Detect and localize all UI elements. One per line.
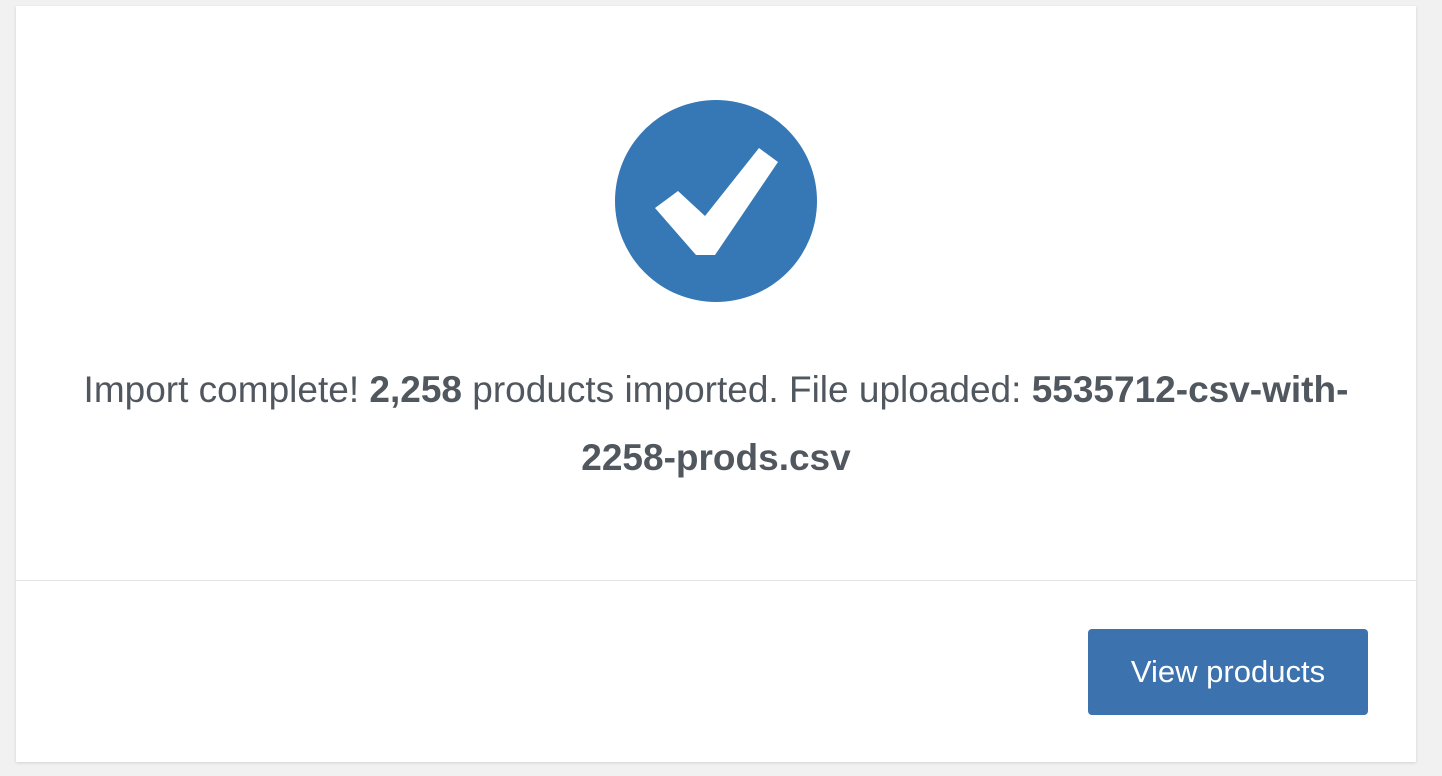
import-status-message: Import complete! 2,258 products imported… xyxy=(66,356,1366,492)
status-prefix: Import complete! xyxy=(83,369,360,410)
check-circle-icon xyxy=(615,100,817,302)
status-middle: products imported. File uploaded: xyxy=(472,369,1022,410)
import-status-panel: Import complete! 2,258 products imported… xyxy=(16,6,1416,580)
import-done-card: Import complete! 2,258 products imported… xyxy=(16,6,1416,762)
imported-count: 2,258 xyxy=(369,369,462,410)
card-footer: View products xyxy=(16,581,1416,762)
view-products-button[interactable]: View products xyxy=(1088,629,1368,715)
